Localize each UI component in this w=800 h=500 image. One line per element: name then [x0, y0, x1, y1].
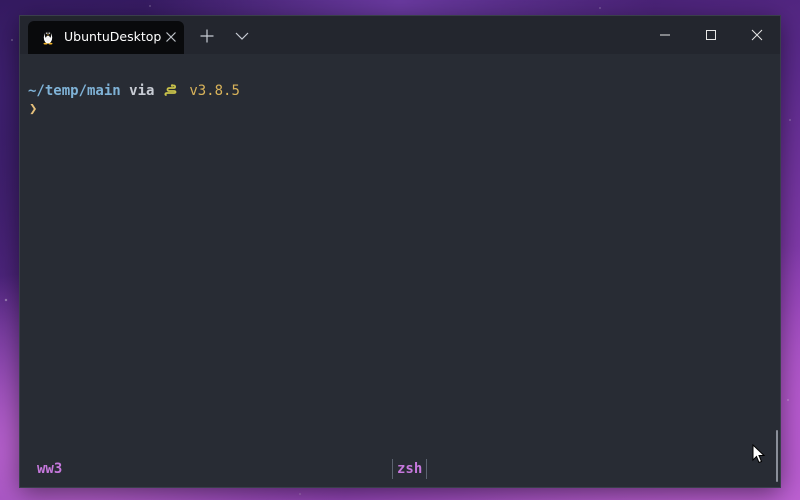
title-bar[interactable]: UbuntuDesktop: [20, 16, 780, 54]
tab-title: UbuntuDesktop: [64, 29, 162, 44]
minimize-button[interactable]: [642, 16, 688, 54]
session-name: ww3: [37, 461, 63, 477]
mouse-pointer-icon: [752, 444, 766, 464]
shell-name: zsh: [392, 459, 428, 479]
chevron-down-icon[interactable]: [234, 29, 250, 43]
maximize-icon: [706, 30, 716, 40]
prompt-line: ~/temp/main via v3.8.5: [28, 82, 240, 100]
maximize-button[interactable]: [688, 16, 734, 54]
python-version: v3.8.5: [189, 83, 240, 99]
current-path: ~/temp/main: [28, 83, 121, 99]
minimize-icon: [660, 34, 670, 36]
via-label: via: [129, 83, 155, 99]
scrollbar[interactable]: [776, 430, 778, 482]
close-window-button[interactable]: [734, 16, 780, 54]
tab-ubuntu-desktop[interactable]: UbuntuDesktop: [28, 21, 184, 54]
python-snake-icon: [164, 84, 177, 96]
close-icon[interactable]: [163, 29, 179, 45]
close-icon: [751, 29, 763, 41]
plus-icon[interactable]: [199, 28, 215, 44]
prompt-symbol: ❯: [29, 101, 38, 117]
terminal-window: UbuntuDesktop ~/temp/main via v3.8.5 ❯ w…: [20, 16, 780, 487]
terminal-content[interactable]: ~/temp/main via v3.8.5 ❯ ww3 zsh: [20, 54, 780, 487]
linux-penguin-icon: [43, 31, 53, 45]
